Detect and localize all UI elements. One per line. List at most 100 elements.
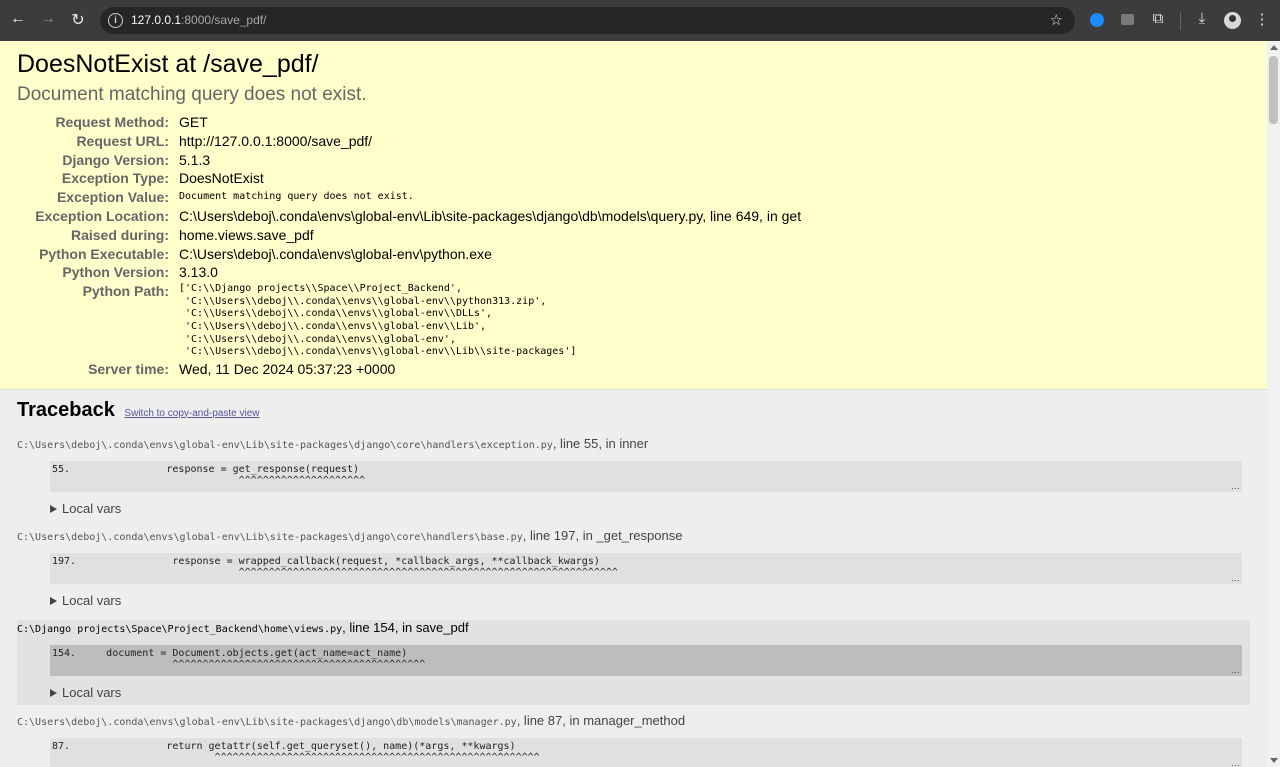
toolbar-divider	[1180, 12, 1181, 30]
frame-header: C:\Django projects\Space\Project_Backend…	[17, 620, 1250, 638]
frame-location: , line 154, in save_pdf	[342, 619, 469, 635]
page-content: DoesNotExist at /save_pdf/ Document matc…	[0, 41, 1267, 767]
browser-toolbar: ← → ↻ i 127.0.0.1:8000/save_pdf/ ☆ ⧉ ⤓ ⋮	[0, 0, 1280, 41]
address-bar-url[interactable]: 127.0.0.1:8000/save_pdf/	[131, 13, 266, 27]
meta-value: C:\Users\deboj\.conda\envs\global-env\py…	[179, 245, 492, 262]
meta-value: http://127.0.0.1:8000/save_pdf/	[179, 132, 373, 149]
meta-value: Document matching query does not exist.	[179, 191, 414, 203]
frame-header: C:\Users\deboj\.conda\envs\global-env\Li…	[17, 713, 1250, 731]
meta-row-python-path: Python Path: ['C:\\Django projects\\Space…	[17, 282, 801, 360]
traceback-frame: C:\Users\deboj\.conda\envs\global-env\Li…	[17, 713, 1250, 767]
frame-code[interactable]: 154. document = Document.objects.get(act…	[50, 644, 1242, 676]
frame-path: C:\Django projects\Space\Project_Backend…	[17, 623, 343, 635]
meta-label: Django Version:	[62, 151, 169, 168]
traceback-section: Traceback Switch to copy-and-paste view …	[0, 390, 1267, 767]
expand-context-icon[interactable]: …	[1231, 481, 1240, 490]
frame-location: , line 55, in inner	[552, 435, 649, 451]
meta-row-python-version: Python Version: 3.13.0	[17, 263, 801, 282]
meta-value: GET	[179, 114, 208, 130]
scrollbar-thumb[interactable]	[1269, 56, 1278, 124]
expand-context-icon[interactable]: …	[1231, 758, 1240, 767]
meta-label: Server time:	[88, 360, 169, 377]
traceback-heading: Traceback Switch to copy-and-paste view	[17, 396, 1250, 428]
meta-label: Exception Location:	[35, 207, 169, 224]
request-meta-table: Request Method: GET Request URL: http://12…	[17, 113, 801, 379]
meta-label: Request Method:	[55, 114, 169, 130]
frame-code-text: 197. response = wrapped_callback(request…	[52, 555, 618, 578]
vertical-scrollbar[interactable]	[1267, 41, 1280, 767]
meta-row-python-executable: Python Executable: C:\Users\deboj\.conda\…	[17, 245, 801, 264]
frame-code-text: 154. document = Document.objects.get(act…	[52, 647, 426, 670]
frame-path: C:\Users\deboj\.conda\envs\global-env\Li…	[17, 439, 553, 451]
frame-code[interactable]: 87. return getattr(self.get_queryset(), …	[50, 737, 1242, 767]
meta-row-exception-value: Exception Value: Document matching query …	[17, 188, 801, 207]
local-vars-toggle[interactable]: Local vars	[50, 500, 1250, 520]
meta-row-exception-location: Exception Location: C:\Users\deboj\.conda…	[17, 207, 801, 226]
traceback-frame-user: C:\Django projects\Space\Project_Backend…	[17, 619, 1250, 705]
meta-label: Raised during:	[70, 226, 169, 243]
frame-location: , line 197, in _get_response	[522, 527, 683, 543]
frame-code[interactable]: 55. response = get_response(request) ^^^…	[50, 460, 1242, 492]
error-title: DoesNotExist at /save_pdf/	[17, 50, 319, 78]
frame-path: C:\Users\deboj\.conda\envs\global-env\Li…	[17, 531, 523, 543]
meta-row-raised-during: Raised during: home.views.save_pdf	[17, 226, 801, 245]
frame-code-text: 55. response = get_response(request) ^^^…	[52, 463, 366, 486]
scroll-up-arrow-icon[interactable]	[1270, 45, 1278, 50]
meta-row-request-method: Request Method: GET	[17, 113, 801, 132]
meta-label: Exception Value:	[56, 189, 169, 206]
python-path-value: ['C:\\Django projects\\Space\\Project_Ba…	[179, 283, 577, 358]
bookmark-star-icon[interactable]: ☆	[1050, 11, 1063, 29]
frame-location: , line 87, in manager_method	[516, 712, 686, 728]
disclosure-triangle-icon	[50, 504, 57, 513]
reload-icon[interactable]: ↻	[68, 10, 88, 30]
back-icon[interactable]: ←	[8, 10, 28, 28]
error-subtitle: Document matching query does not exist.	[17, 84, 367, 105]
error-summary: DoesNotExist at /save_pdf/ Document matc…	[0, 41, 1267, 390]
meta-label: Python Path:	[82, 283, 169, 300]
meta-row-server-time: Server time: Wed, 11 Dec 2024 05:37:23 +0…	[17, 360, 801, 379]
disclosure-triangle-icon	[50, 596, 57, 605]
site-info-icon[interactable]: i	[108, 13, 123, 28]
expand-context-icon[interactable]: …	[1231, 665, 1240, 674]
meta-value: C:\Users\deboj\.conda\envs\global-env\Li…	[179, 207, 802, 224]
menu-kebab-icon[interactable]: ⋮	[1251, 10, 1273, 28]
frame-code[interactable]: 197. response = wrapped_callback(request…	[50, 552, 1242, 584]
meta-value: Wed, 11 Dec 2024 05:37:23 +0000	[179, 360, 396, 377]
extension-blue-icon[interactable]	[1090, 13, 1104, 27]
frame-path: C:\Users\deboj\.conda\envs\global-env\Li…	[17, 716, 517, 728]
local-vars-label: Local vars	[62, 592, 122, 608]
traceback-frame: C:\Users\deboj\.conda\envs\global-env\Li…	[17, 528, 1250, 612]
local-vars-toggle[interactable]: Local vars	[50, 592, 1250, 612]
frame-code-text: 87. return getattr(self.get_queryset(), …	[52, 740, 540, 763]
meta-value: 5.1.3	[179, 151, 211, 168]
frame-header: C:\Users\deboj\.conda\envs\global-env\Li…	[17, 436, 1250, 454]
local-vars-toggle[interactable]: Local vars	[50, 684, 1250, 704]
meta-label: Exception Type:	[61, 170, 169, 187]
meta-row-django-version: Django Version: 5.1.3	[17, 151, 801, 170]
meta-label: Python Executable:	[39, 245, 169, 262]
disclosure-triangle-icon	[50, 688, 57, 697]
address-bar[interactable]: i 127.0.0.1:8000/save_pdf/ ☆	[100, 7, 1075, 34]
meta-value: DoesNotExist	[179, 170, 264, 187]
meta-value: 3.13.0	[179, 264, 218, 281]
meta-row-request-url: Request URL: http://127.0.0.1:8000/save_p…	[17, 132, 801, 151]
traceback-title: Traceback	[17, 398, 115, 421]
switch-copy-paste-link[interactable]: Switch to copy-and-paste view	[124, 408, 259, 419]
url-host: 127.0.0.1	[131, 13, 182, 27]
profile-avatar[interactable]	[1224, 12, 1241, 29]
url-path: :8000/save_pdf/	[181, 13, 267, 27]
meta-label: Python Version:	[62, 264, 169, 281]
download-icon[interactable]: ⤓	[1191, 10, 1213, 27]
traceback-frame: C:\Users\deboj\.conda\envs\global-env\Li…	[17, 436, 1250, 520]
meta-value: home.views.save_pdf	[179, 226, 314, 243]
local-vars-label: Local vars	[62, 684, 122, 700]
forward-icon[interactable]: →	[38, 10, 58, 28]
expand-context-icon[interactable]: …	[1231, 573, 1240, 582]
meta-row-exception-type: Exception Type: DoesNotExist	[17, 169, 801, 188]
extension-gray-icon[interactable]	[1121, 14, 1134, 25]
scroll-down-arrow-icon[interactable]	[1270, 758, 1278, 763]
extensions-puzzle-icon[interactable]: ⧉	[1147, 10, 1169, 27]
meta-label: Request URL:	[76, 132, 169, 149]
frame-header: C:\Users\deboj\.conda\envs\global-env\Li…	[17, 528, 1250, 546]
local-vars-label: Local vars	[62, 500, 122, 516]
